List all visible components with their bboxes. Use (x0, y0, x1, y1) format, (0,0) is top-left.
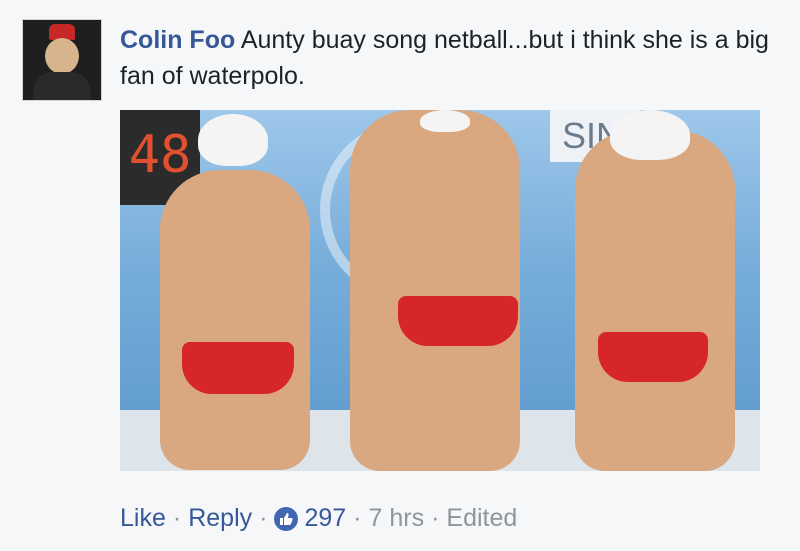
comment-body: Colin Foo Aunty buay song netball...but … (120, 22, 780, 94)
comment-attached-photo[interactable]: 48 SIN (120, 110, 760, 471)
separator-dot: · (353, 504, 362, 532)
player-left-trunks (182, 342, 294, 394)
edited-label[interactable]: Edited (446, 500, 517, 536)
player-right-trunks (598, 332, 708, 382)
reaction-count[interactable]: 297 (304, 500, 346, 536)
avatar-head-shape (45, 38, 79, 74)
commenter-avatar[interactable] (22, 19, 102, 101)
player-right (575, 130, 735, 471)
player-middle-cap (420, 110, 470, 132)
comment-author-link[interactable]: Colin Foo (120, 26, 235, 54)
player-right-cap (610, 110, 690, 160)
separator-dot: · (431, 504, 440, 532)
timestamp-link[interactable]: 7 hrs (369, 500, 425, 536)
player-left (160, 170, 310, 470)
thumbs-up-icon[interactable] (274, 507, 299, 531)
reply-link[interactable]: Reply (188, 500, 252, 536)
like-link[interactable]: Like (120, 500, 166, 536)
player-middle-trunks (398, 296, 518, 346)
comment-actions-bar: Like · Reply · 297 · 7 hrs · Edited (120, 500, 517, 536)
separator-dot: · (259, 504, 268, 532)
player-left-cap (198, 114, 268, 166)
separator-dot: · (172, 504, 182, 532)
avatar-body-shape (33, 72, 91, 100)
player-middle (350, 110, 520, 471)
